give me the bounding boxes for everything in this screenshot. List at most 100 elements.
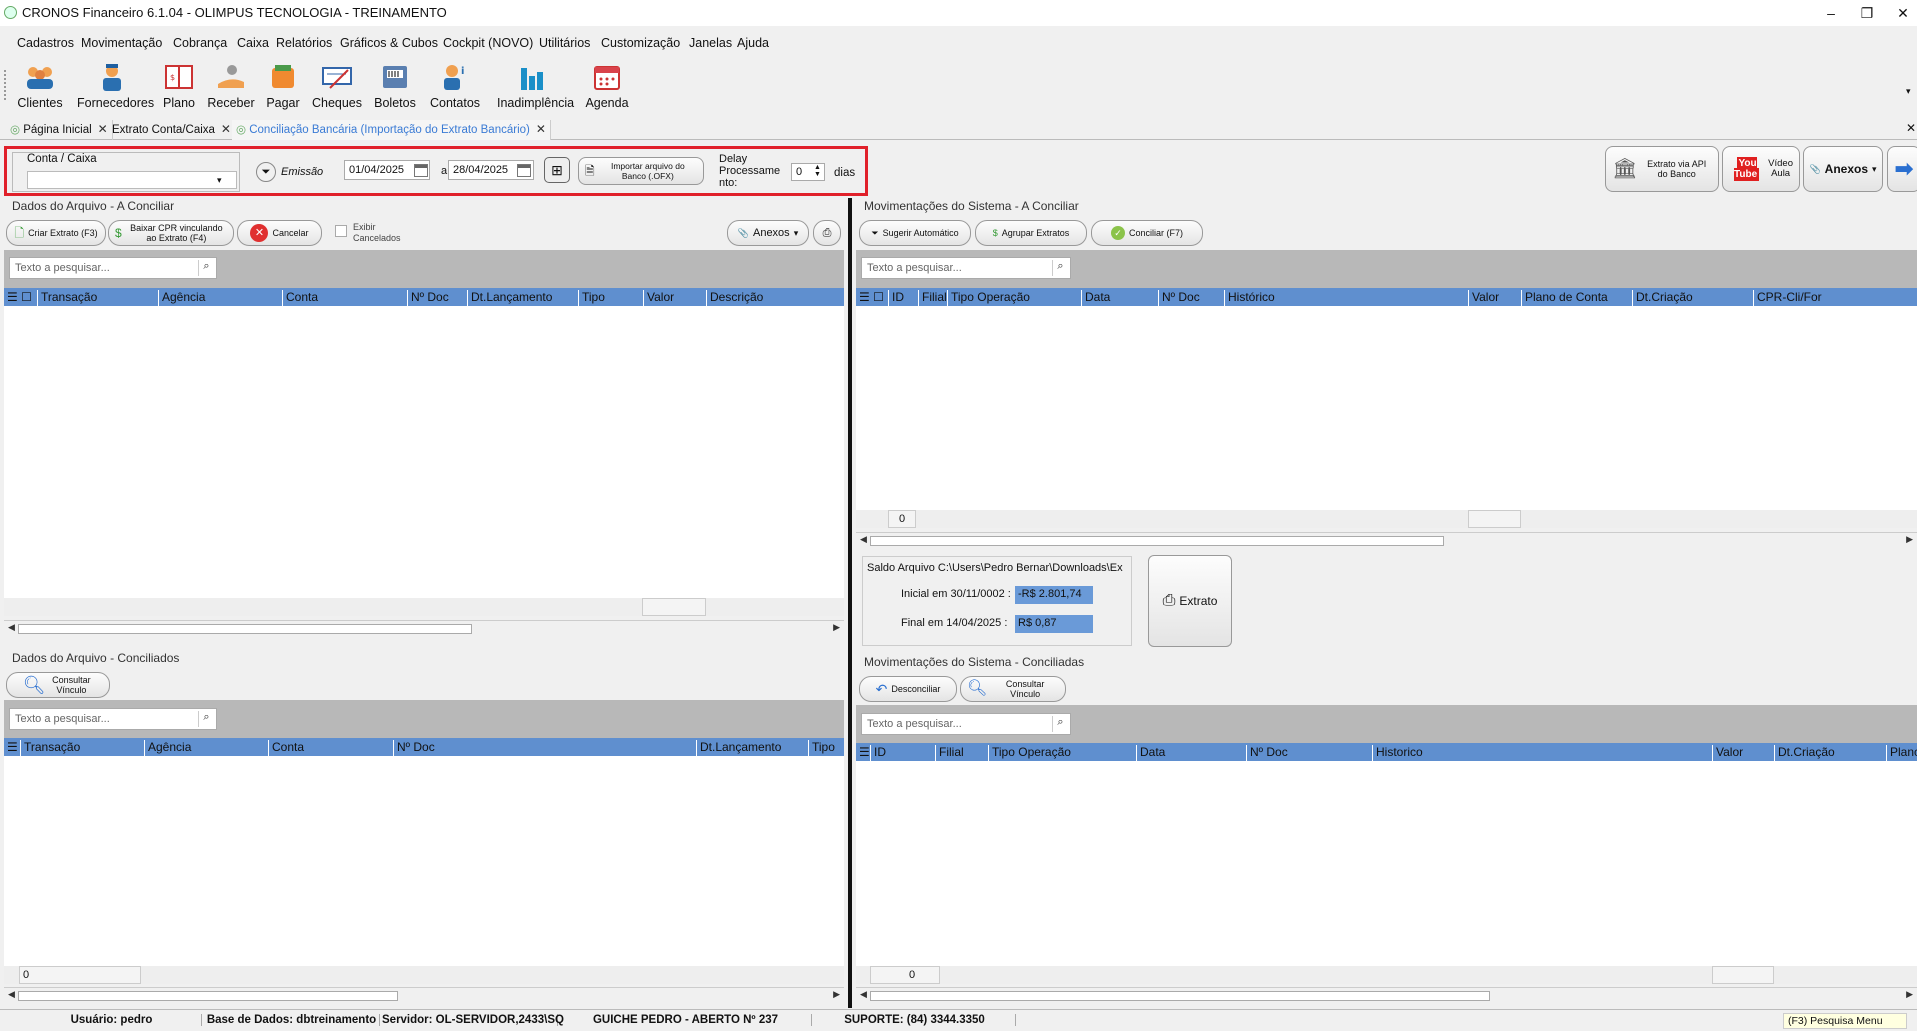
extrato-api-button[interactable]: 🏛 Extrato via API do Banco	[1605, 146, 1719, 192]
col-dt-criacao[interactable]: Dt.Criação	[1632, 290, 1693, 306]
close-all-tabs-icon[interactable]: ✕	[1906, 121, 1916, 135]
consultar-vinculo-right-button[interactable]: 🔍︎ Consultar Vínculo	[960, 676, 1066, 702]
conta-caixa-select[interactable]	[27, 171, 237, 189]
left-bottom-search-input[interactable]: Texto a pesquisar... ⌕	[9, 708, 217, 730]
toolbar-contatos[interactable]: i Contatos	[420, 60, 490, 110]
chevron-down-icon[interactable]: ▾	[217, 175, 222, 186]
tab-conciliacao-bancaria[interactable]: ◎ Conciliação Bancária (Importação do Ex…	[232, 120, 551, 140]
menu-caixa[interactable]: Caixa	[237, 36, 269, 50]
close-tab-icon[interactable]: ✕	[536, 122, 546, 136]
col-tipo-operacao[interactable]: Tipo Operação	[947, 290, 1030, 306]
sugerir-automatico-button[interactable]: ⏷ Sugerir Automático	[859, 220, 971, 246]
col-n-doc[interactable]: Nº Doc	[393, 740, 435, 756]
menu-cobranca[interactable]: Cobrança	[173, 36, 227, 50]
col-n-doc[interactable]: Nº Doc	[1246, 745, 1288, 761]
close-tab-icon[interactable]: ✕	[221, 122, 231, 136]
col-agencia[interactable]: Agência	[158, 290, 205, 306]
col-id[interactable]: ID	[870, 745, 886, 761]
consultar-vinculo-button[interactable]: 🔍︎ Consultar Vínculo	[6, 672, 110, 698]
toolbar-fornecedores[interactable]: Fornecedores	[77, 60, 154, 110]
right-top-search-input[interactable]: Texto a pesquisar... ⌕	[861, 257, 1071, 279]
col-cpr-cli-for[interactable]: CPR-Cli/For	[1753, 290, 1822, 306]
left-top-search-input[interactable]: Texto a pesquisar... ⌕	[9, 257, 217, 279]
column-chooser-icon[interactable]: ☰ ☐	[856, 290, 888, 306]
menu-relatorios[interactable]: Relatórios	[276, 36, 332, 50]
col-dt-lancamento[interactable]: Dt.Lançamento	[467, 290, 552, 306]
col-transacao[interactable]: Transação	[37, 290, 97, 306]
cancelar-button[interactable]: ✕ Cancelar	[237, 220, 322, 246]
col-filial[interactable]: Filial	[918, 290, 947, 306]
menu-movimentacao[interactable]: Movimentação	[81, 36, 162, 50]
tab-pagina-inicial[interactable]: ◎ Página Inicial ✕	[6, 120, 113, 140]
column-chooser-icon[interactable]: ☰	[856, 745, 870, 761]
video-aula-button[interactable]: You Tube Vídeo Aula	[1722, 146, 1800, 192]
col-plano[interactable]: Planc	[1886, 745, 1917, 761]
anexos-top-button[interactable]: 📎 Anexos ▾	[1803, 146, 1883, 192]
search-icon[interactable]: ⌕	[1052, 260, 1068, 276]
search-table-icon[interactable]: ⊞	[544, 157, 570, 183]
left-bottom-hscroll[interactable]: ◀ ▶	[4, 987, 844, 1003]
col-conta[interactable]: Conta	[282, 290, 318, 306]
col-plano-de-conta[interactable]: Plano de Conta	[1521, 290, 1608, 306]
menu-janelas[interactable]: Janelas	[689, 36, 732, 50]
calendar-icon[interactable]	[414, 164, 428, 177]
menu-cadastros[interactable]: Cadastros	[17, 36, 74, 50]
filter-icon[interactable]: ⏷	[256, 162, 276, 182]
col-tipo-operacao[interactable]: Tipo Operação	[988, 745, 1071, 761]
extrato-print-button[interactable]: ⎙ Extrato	[1148, 555, 1232, 647]
toolbar-inadimplencia[interactable]: Inadimplência	[497, 60, 574, 110]
right-bottom-grid[interactable]	[856, 761, 1917, 966]
column-chooser-icon[interactable]: ☰	[4, 740, 20, 756]
right-bottom-hscroll[interactable]: ◀ ▶	[856, 987, 1917, 1003]
chevron-down-icon[interactable]: ▾	[794, 228, 799, 238]
search-icon[interactable]: ⌕	[198, 260, 214, 276]
menu-graficos-cubos[interactable]: Gráficos & Cubos	[340, 36, 438, 50]
col-dt-lancamento[interactable]: Dt.Lançamento	[696, 740, 781, 756]
left-top-hscroll[interactable]: ◀ ▶	[4, 620, 844, 636]
left-bottom-grid[interactable]	[4, 756, 844, 966]
next-arrow-button[interactable]: ➡	[1887, 146, 1917, 192]
right-top-hscroll[interactable]: ◀ ▶	[856, 532, 1917, 548]
exibir-cancelados-checkbox[interactable]	[335, 225, 347, 237]
col-tipo[interactable]: Tipo	[578, 290, 605, 306]
search-icon[interactable]: ⌕	[1052, 716, 1068, 732]
col-dt-criacao[interactable]: Dt.Criação	[1774, 745, 1835, 761]
column-chooser-icon[interactable]: ☰ ☐	[4, 290, 38, 306]
menu-utilitarios[interactable]: Utilitários	[539, 36, 590, 50]
col-descricao[interactable]: Descrição	[706, 290, 763, 306]
chevron-down-icon[interactable]: ▾	[1872, 164, 1877, 174]
import-ofx-button[interactable]: 🗎 Importar arquivo do Banco (.OFX)	[578, 157, 704, 185]
calendar-icon[interactable]	[517, 164, 531, 177]
agrupar-extratos-button[interactable]: $ Agrupar Extratos	[975, 220, 1087, 246]
criar-extrato-button[interactable]: 🗋 Criar Extrato (F3)	[6, 220, 106, 246]
spinner-icon[interactable]: ▲ ▼	[814, 164, 821, 178]
col-filial[interactable]: Filial	[935, 745, 964, 761]
close-tab-icon[interactable]: ✕	[98, 122, 108, 136]
print-button[interactable]: ⎙	[813, 220, 841, 246]
search-icon[interactable]: ⌕	[198, 711, 214, 727]
col-transacao[interactable]: Transação	[20, 740, 80, 756]
col-conta[interactable]: Conta	[268, 740, 304, 756]
col-tipo[interactable]: Tipo	[808, 740, 835, 756]
col-data[interactable]: Data	[1081, 290, 1110, 306]
col-valor[interactable]: Valor	[1468, 290, 1499, 306]
menu-customizacao[interactable]: Customização	[601, 36, 680, 50]
col-historico[interactable]: Histórico	[1224, 290, 1275, 306]
col-valor[interactable]: Valor	[1712, 745, 1743, 761]
menu-cockpit[interactable]: Cockpit (NOVO)	[443, 36, 533, 50]
baixar-cpr-button[interactable]: $ Baixar CPR vinculando ao Extrato (F4)	[108, 220, 234, 246]
col-n-doc[interactable]: Nº Doc	[1158, 290, 1200, 306]
col-historico[interactable]: Historico	[1372, 745, 1423, 761]
tab-extrato-conta-caixa[interactable]: Extrato Conta/Caixa ✕	[108, 120, 236, 140]
toolbar-agenda[interactable]: Agenda	[572, 60, 642, 110]
restore-button[interactable]: ❐	[1854, 4, 1880, 22]
conciliar-button[interactable]: ✓ Conciliar (F7)	[1091, 220, 1203, 246]
minimize-button[interactable]: ‒	[1818, 4, 1844, 22]
right-top-grid[interactable]	[856, 306, 1917, 510]
left-top-grid[interactable]	[4, 306, 844, 598]
col-valor[interactable]: Valor	[643, 290, 674, 306]
col-agencia[interactable]: Agência	[144, 740, 191, 756]
toolbar-overflow-icon[interactable]: ▾	[1906, 86, 1911, 97]
col-id[interactable]: ID	[888, 290, 904, 306]
right-bottom-search-input[interactable]: Texto a pesquisar... ⌕	[861, 713, 1071, 735]
